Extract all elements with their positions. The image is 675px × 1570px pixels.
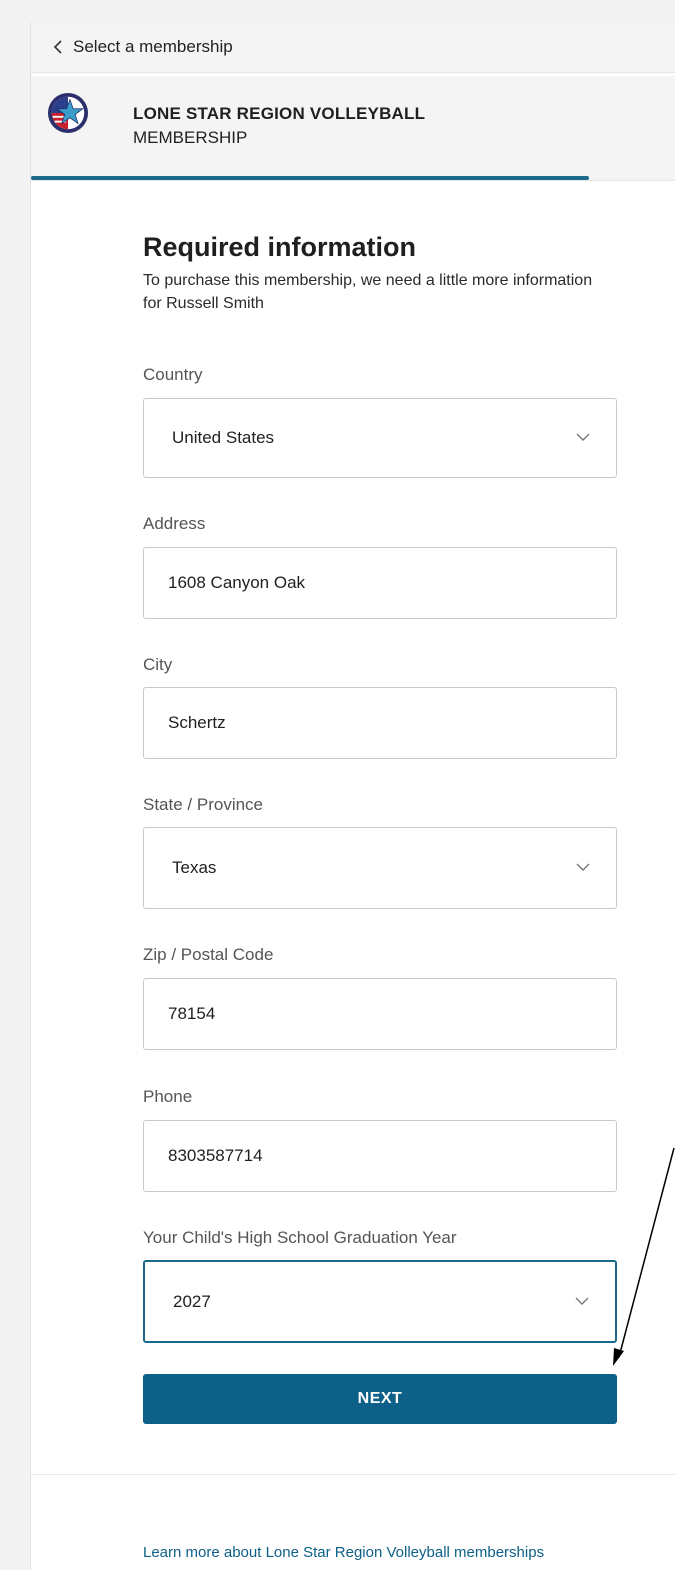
step-progress-bar — [31, 176, 589, 180]
page-title: Required information — [143, 232, 417, 262]
phone-value: 8303587714 — [168, 1146, 263, 1165]
city-value: Schertz — [168, 713, 226, 732]
country-select[interactable]: United States — [143, 398, 617, 478]
city-label: City — [143, 655, 173, 674]
graduation-year-select[interactable]: 2027 — [143, 1260, 617, 1343]
back-link[interactable]: Select a membership — [53, 37, 233, 57]
state-select[interactable]: Texas — [143, 827, 617, 909]
chevron-down-icon — [575, 1297, 589, 1305]
zip-value: 78154 — [168, 1004, 216, 1023]
footer-divider — [31, 1474, 675, 1475]
city-input[interactable]: Schertz — [143, 687, 617, 759]
form-subtitle: To purchase this membership, we need a l… — [143, 272, 593, 312]
city-field: City Schertz — [143, 655, 617, 759]
graduation-year-value: 2027 — [173, 1291, 211, 1311]
country-label: Country — [143, 365, 203, 384]
membership-panel: Select a membership LONE STAR REGION VOL… — [30, 22, 675, 1570]
state-label: State / Province — [143, 795, 264, 814]
country-value: United States — [172, 428, 275, 447]
star-seal-logo — [47, 92, 89, 134]
address-label: Address — [143, 514, 206, 533]
graduation-year-field: Your Child's High School Graduation Year… — [143, 1228, 617, 1343]
next-button[interactable]: NEXT — [143, 1374, 617, 1424]
top-nav-bar: Select a membership — [31, 22, 675, 73]
address-value: 1608 Canyon Oak — [168, 573, 306, 592]
state-field: State / Province Texas — [143, 795, 617, 909]
zip-field: Zip / Postal Code 78154 — [143, 945, 617, 1050]
chevron-down-icon — [576, 863, 590, 871]
header-section-label: MEMBERSHIP — [133, 128, 248, 147]
back-link-label: Select a membership — [73, 37, 233, 56]
state-value: Texas — [172, 858, 217, 877]
address-input[interactable]: 1608 Canyon Oak — [143, 547, 617, 619]
phone-input[interactable]: 8303587714 — [143, 1120, 617, 1192]
zip-input[interactable]: 78154 — [143, 978, 617, 1050]
zip-label: Zip / Postal Code — [143, 945, 274, 964]
chevron-left-icon — [53, 40, 62, 54]
address-field: Address 1608 Canyon Oak — [143, 514, 617, 619]
country-field: Country United States — [143, 365, 617, 478]
phone-field: Phone 8303587714 — [143, 1087, 617, 1192]
learn-more-link[interactable]: Learn more about Lone Star Region Volley… — [143, 1542, 583, 1564]
chevron-down-icon — [576, 433, 590, 441]
graduation-year-label: Your Child's High School Graduation Year — [143, 1228, 457, 1247]
membership-header: LONE STAR REGION VOLLEYBALL MEMBERSHIP — [31, 76, 675, 181]
phone-label: Phone — [143, 1087, 193, 1106]
required-info-form: Required information To purchase this me… — [143, 232, 617, 1424]
org-name: LONE STAR REGION VOLLEYBALL — [133, 104, 426, 123]
